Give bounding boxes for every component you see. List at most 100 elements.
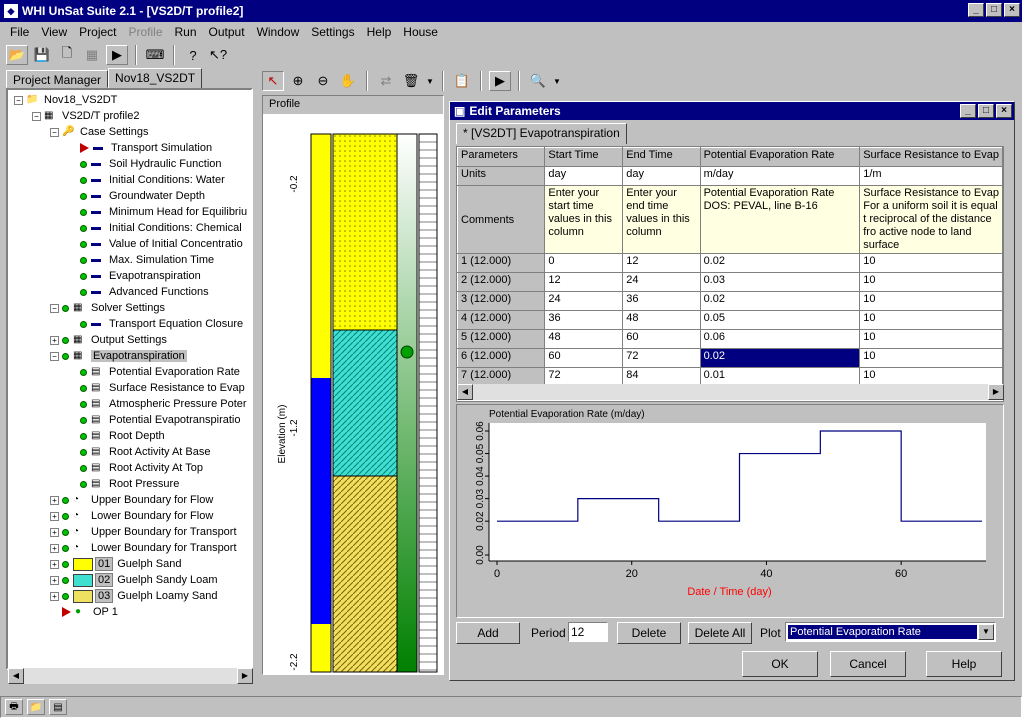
expand-toggle-icon[interactable]: − [50,303,59,313]
tree-item[interactable]: ▬ Transport Equation Closure [68,316,243,332]
pan-icon[interactable]: ✋ [337,71,359,91]
table-cell[interactable]: 24 [622,272,701,292]
help-icon[interactable]: ? [182,45,204,65]
table-cell[interactable]: 10 [859,310,1003,330]
table-cell[interactable]: 0.03 [699,272,861,292]
row-header[interactable]: 3 (12.000) [457,291,546,311]
zoom-in-icon[interactable]: ⊕ [287,71,309,91]
status-chart-icon[interactable]: ▤ [49,699,67,715]
expand-toggle-icon[interactable]: + [50,335,59,345]
tree-item[interactable]: ▤ Root Pressure [68,476,179,492]
table-cell[interactable]: Enter your end time values in this colum… [622,185,701,254]
menu-settings[interactable]: Settings [305,25,360,39]
menu-profile[interactable]: Profile [123,25,169,39]
edit-maximize-button[interactable]: □ [978,104,994,118]
table-cell[interactable]: 36 [544,310,624,330]
menu-file[interactable]: File [4,25,35,39]
delete-icon[interactable]: 🗑 [400,71,422,91]
table-cell[interactable]: 60 [544,348,624,368]
expand-toggle-icon[interactable]: − [50,127,59,137]
tree-item[interactable]: ▬ Evapotranspiration [68,268,201,284]
zoom-out-icon[interactable]: ⊖ [312,71,334,91]
grid-horizontal-scrollbar[interactable]: ◀ ▶ [457,384,1004,400]
menu-output[interactable]: Output [203,25,251,39]
table-cell[interactable]: 48 [544,329,624,349]
dropdown-arrow-icon[interactable]: ▼ [978,624,994,640]
tree-item[interactable]: ▬ Initial Conditions: Water [68,172,225,188]
period-input[interactable] [568,622,608,642]
tree-item[interactable]: + ◔ Upper Boundary for Flow [50,492,213,508]
expand-toggle-icon[interactable]: − [14,95,23,105]
table-cell[interactable]: day [622,166,701,186]
row-header[interactable]: 6 (12.000) [457,348,546,368]
help-button[interactable]: Help [926,651,1002,677]
table-cell[interactable]: 60 [622,329,701,349]
tree-item[interactable]: ▬ Value of Initial Concentratio [68,236,243,252]
play-icon[interactable]: ▶ [489,71,511,91]
split-icon[interactable]: ⇄ [375,71,397,91]
edit-minimize-button[interactable]: _ [960,104,976,118]
menu-project[interactable]: Project [73,25,122,39]
menu-view[interactable]: View [35,25,73,39]
tree-item[interactable]: − ▦ Solver Settings [50,300,165,316]
expand-toggle-icon[interactable]: − [50,351,59,361]
dropdown-arrow-icon[interactable]: ▼ [552,71,562,91]
status-print-icon[interactable]: 🖶 [5,699,23,715]
tree-item[interactable]: + ◔ Lower Boundary for Flow [50,508,213,524]
pointer-icon[interactable]: ↖ [262,71,284,91]
tree-item[interactable]: ● OP 1 [50,604,118,620]
tab-project-manager[interactable]: Project Manager [6,70,109,88]
row-header[interactable]: 4 (12.000) [457,310,546,330]
table-cell[interactable]: 36 [622,291,701,311]
table-cell[interactable]: day [544,166,624,186]
table-cell[interactable]: Potential Evaporation Rate DOS: PEVAL, l… [699,185,861,254]
dropdown-arrow-icon[interactable]: ▼ [425,71,435,91]
tree-horizontal-scrollbar[interactable]: ◀ ▶ [8,668,253,684]
expand-toggle-icon[interactable]: + [50,527,59,537]
open-folder-icon[interactable]: 📂 [6,45,28,65]
table-cell[interactable]: 0.02 [699,348,861,368]
table-cell[interactable]: 0.06 [699,329,861,349]
close-button[interactable]: × [1004,3,1020,17]
expand-toggle-icon[interactable]: + [50,575,59,585]
row-header[interactable]: Units [457,166,546,186]
delete-button[interactable]: Delete [617,622,681,644]
table-cell[interactable]: 1/m [859,166,1003,186]
whats-this-icon[interactable]: ↖? [207,45,229,65]
tree-item[interactable]: ▤ Potential Evapotranspiratio [68,412,240,428]
tree-item[interactable]: + ◔ Upper Boundary for Transport [50,524,237,540]
table-cell[interactable]: 48 [622,310,701,330]
table-cell[interactable]: 72 [622,348,701,368]
tree-item[interactable]: + ▦ Output Settings [50,332,167,348]
tree-item[interactable]: − 📁 Nov18_VS2DT [14,92,117,108]
table-cell[interactable]: Surface Resistance to Evap For a uniform… [859,185,1003,254]
table-cell[interactable]: End Time [622,147,701,167]
edit-close-button[interactable]: × [996,104,1012,118]
table-cell[interactable]: 0.02 [699,291,861,311]
scroll-right-icon[interactable]: ▶ [988,384,1004,400]
row-header[interactable]: Comments [457,185,546,254]
table-cell[interactable]: 24 [544,291,624,311]
menu-help[interactable]: Help [361,25,398,39]
table-cell[interactable]: Start Time [544,147,624,167]
tree-item[interactable]: ▤ Root Activity At Base [68,444,211,460]
new-file-icon[interactable]: 🗋 [56,45,78,65]
row-header[interactable]: 5 (12.000) [457,329,546,349]
table-cell[interactable]: 10 [859,348,1003,368]
tree-item[interactable]: +03 Guelph Loamy Sand [50,588,218,604]
tree-item[interactable]: − 🔑 Case Settings [50,124,148,140]
table-cell[interactable]: 0 [544,253,624,273]
table-cell[interactable]: Enter your start time values in this col… [544,185,624,254]
table-cell[interactable]: Potential Evaporation Rate [699,147,861,167]
table-cell[interactable]: m/day [699,166,861,186]
table-cell[interactable]: 10 [859,291,1003,311]
expand-toggle-icon[interactable]: + [50,559,59,569]
scroll-left-icon[interactable]: ◀ [8,668,24,684]
maximize-button[interactable]: □ [986,3,1002,17]
tab-evapotranspiration[interactable]: * [VS2DT] Evapotranspiration [456,123,627,144]
minimize-button[interactable]: _ [968,3,984,17]
tree-item[interactable]: ▬ Initial Conditions: Chemical [68,220,242,236]
table-cell[interactable]: 12 [622,253,701,273]
tree-item[interactable]: ▬ Max. Simulation Time [68,252,214,268]
expand-toggle-icon[interactable]: + [50,543,59,553]
